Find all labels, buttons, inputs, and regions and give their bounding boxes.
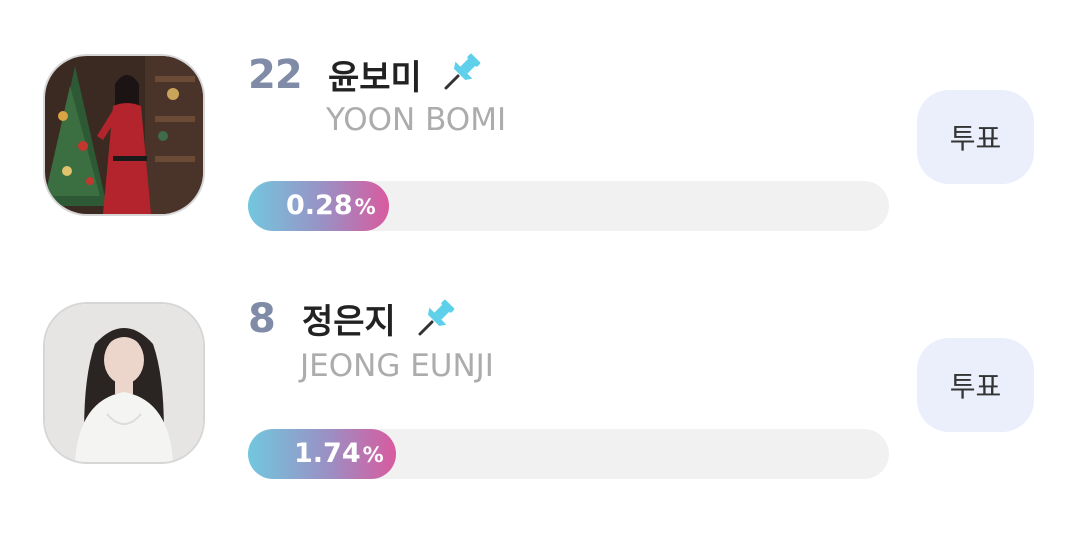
- vote-percentage-sign: %: [354, 195, 376, 219]
- vote-ranking-list: 22 윤보미 YOON BOMI 0.28% 투표 8 정은지 JEONG EU…: [0, 0, 1080, 536]
- vote-percentage: 1.74%: [294, 429, 384, 479]
- avatar: [45, 304, 203, 462]
- vote-percentage-value: 0.28: [286, 190, 353, 221]
- candidate-row: 22 윤보미 YOON BOMI 0.28% 투표: [0, 44, 1080, 244]
- rank-number: 22: [248, 52, 303, 98]
- vote-percentage-value: 1.74: [294, 438, 361, 469]
- pushpin-icon[interactable]: [440, 50, 484, 94]
- vote-button[interactable]: 투표: [917, 338, 1034, 432]
- rank-number: 8: [248, 296, 276, 342]
- vote-percentage-sign: %: [362, 443, 384, 467]
- avatar: [45, 56, 203, 214]
- candidate-name-english: JEONG EUNJI: [300, 348, 494, 384]
- candidate-row: 8 정은지 JEONG EUNJI 1.74% 투표: [0, 292, 1080, 492]
- pushpin-icon[interactable]: [414, 296, 458, 340]
- vote-button[interactable]: 투표: [917, 90, 1034, 184]
- vote-percentage: 0.28%: [286, 181, 376, 231]
- candidate-name-english: YOON BOMI: [326, 102, 507, 138]
- candidate-name-korean: 윤보미: [328, 58, 422, 98]
- candidate-name-korean: 정은지: [302, 302, 396, 342]
- vote-progress-bar: 0.28%: [248, 181, 889, 231]
- vote-progress-bar: 1.74%: [248, 429, 889, 479]
